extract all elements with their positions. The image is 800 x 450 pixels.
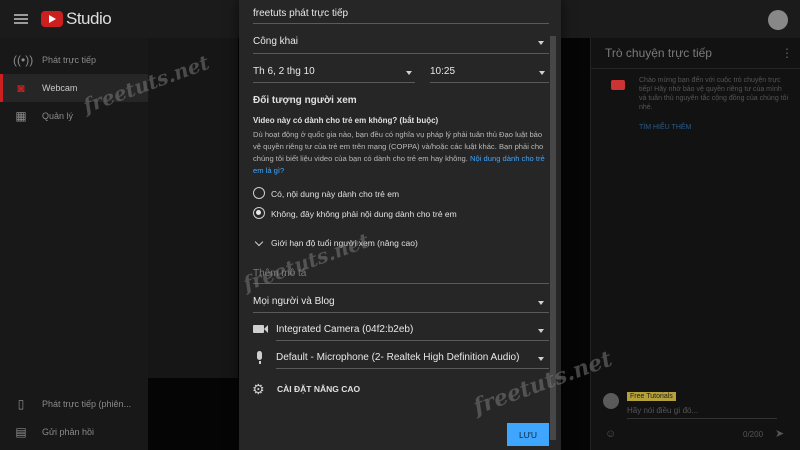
- more-options-icon[interactable]: ⋮: [781, 46, 793, 60]
- kids-question: Video này có dành cho trẻ em không? (bắt…: [253, 116, 439, 125]
- microphone-icon: [257, 351, 262, 364]
- time-select[interactable]: 10:25: [430, 66, 455, 77]
- chevron-down-icon[interactable]: [406, 71, 412, 75]
- chat-char-counter: 0/200: [743, 430, 764, 439]
- camera-icon: [253, 325, 264, 333]
- title-field[interactable]: freetuts phát trực tiếp: [253, 8, 348, 19]
- date-select[interactable]: Th 6, 2 thg 10: [253, 66, 315, 77]
- youtube-chat-icon: [611, 80, 625, 90]
- sidebar-item-label: Webcam: [42, 83, 78, 93]
- chat-input[interactable]: Hãy nói điều gì đó...: [627, 406, 698, 415]
- camera-select[interactable]: Integrated Camera (04f2:b2eb): [276, 324, 413, 335]
- sidebar-item-label: Gửi phản hồi: [42, 427, 95, 437]
- chat-user-avatar: [603, 393, 619, 409]
- visibility-underline: [253, 53, 549, 54]
- send-icon[interactable]: ➤: [775, 427, 784, 440]
- chat-user-name: Free Tutorials: [627, 392, 676, 401]
- broadcast-icon: ((•)): [13, 53, 34, 67]
- youtube-logo[interactable]: [41, 11, 63, 27]
- radio-not-for-kids[interactable]: [253, 207, 265, 219]
- chat-title: Trò chuyện trực tiếp: [605, 46, 712, 60]
- advanced-settings-button[interactable]: CÀI ĐẶT NÂNG CAO: [277, 384, 360, 394]
- kids-description: Dù hoạt động ở quốc gia nào, bạn đều có …: [253, 129, 549, 177]
- save-button[interactable]: LƯU: [507, 423, 549, 446]
- chat-input-underline: [627, 418, 777, 419]
- description-underline: [253, 283, 549, 284]
- camera-icon: ◙: [17, 81, 25, 95]
- chevron-down-icon[interactable]: [539, 71, 545, 75]
- feedback-icon: ▤: [15, 425, 27, 439]
- studio-logo-text: Studio: [66, 9, 112, 28]
- microphone-underline: [276, 368, 549, 369]
- camera-underline: [276, 340, 549, 341]
- sidebar-item-label: Quản lý: [42, 111, 74, 121]
- sidebar-item-manage[interactable]: ▦ Quản lý: [0, 102, 148, 130]
- live-chat-panel: Trò chuyện trực tiếp ⋮ Chào mừng bạn đến…: [590, 38, 800, 450]
- sidebar-item-stream[interactable]: ((•)) Phát trực tiếp: [0, 46, 148, 74]
- audience-heading: Đối tượng người xem: [253, 95, 357, 106]
- sidebar-item-mobile-stream[interactable]: ▯ Phát trực tiếp (phiên...: [0, 390, 148, 418]
- sidebar-item-label: Phát trực tiếp (phiên...: [42, 399, 132, 409]
- expand-chevron-icon[interactable]: [254, 237, 264, 247]
- chevron-down-icon[interactable]: [538, 41, 544, 45]
- chevron-down-icon[interactable]: [538, 357, 544, 361]
- hamburger-menu-icon[interactable]: [14, 14, 28, 24]
- radio-made-for-kids-label[interactable]: Có, nội dung này dành cho trẻ em: [271, 189, 399, 199]
- calendar-icon: ▦: [15, 109, 27, 123]
- emoji-icon[interactable]: ☺: [605, 428, 616, 440]
- account-avatar[interactable]: [768, 10, 788, 30]
- chat-welcome-notice: Chào mừng bạn đến với cuộc trò chuyện tr…: [639, 77, 789, 111]
- chevron-down-icon[interactable]: [538, 301, 544, 305]
- radio-not-for-kids-label[interactable]: Không, đây không phải nội dung dành cho …: [271, 209, 457, 219]
- microphone-select[interactable]: Default - Microphone (2- Realtek High De…: [276, 352, 519, 363]
- radio-made-for-kids[interactable]: [253, 187, 265, 199]
- chevron-down-icon[interactable]: [538, 329, 544, 333]
- time-underline: [430, 82, 549, 83]
- date-underline: [253, 82, 415, 83]
- phone-stream-icon: ▯: [17, 397, 25, 411]
- category-underline: [253, 312, 549, 313]
- chat-divider: [591, 68, 800, 69]
- visibility-select[interactable]: Công khai: [253, 36, 298, 47]
- learn-more-link[interactable]: TÌM HIỂU THÊM: [639, 124, 691, 131]
- title-underline: [253, 23, 549, 24]
- sidebar-item-label: Phát trực tiếp: [42, 55, 97, 65]
- gear-icon[interactable]: ⚙: [252, 381, 265, 398]
- category-select[interactable]: Mọi người và Blog: [253, 296, 335, 307]
- sidebar-item-feedback[interactable]: ▤ Gửi phản hồi: [0, 418, 148, 446]
